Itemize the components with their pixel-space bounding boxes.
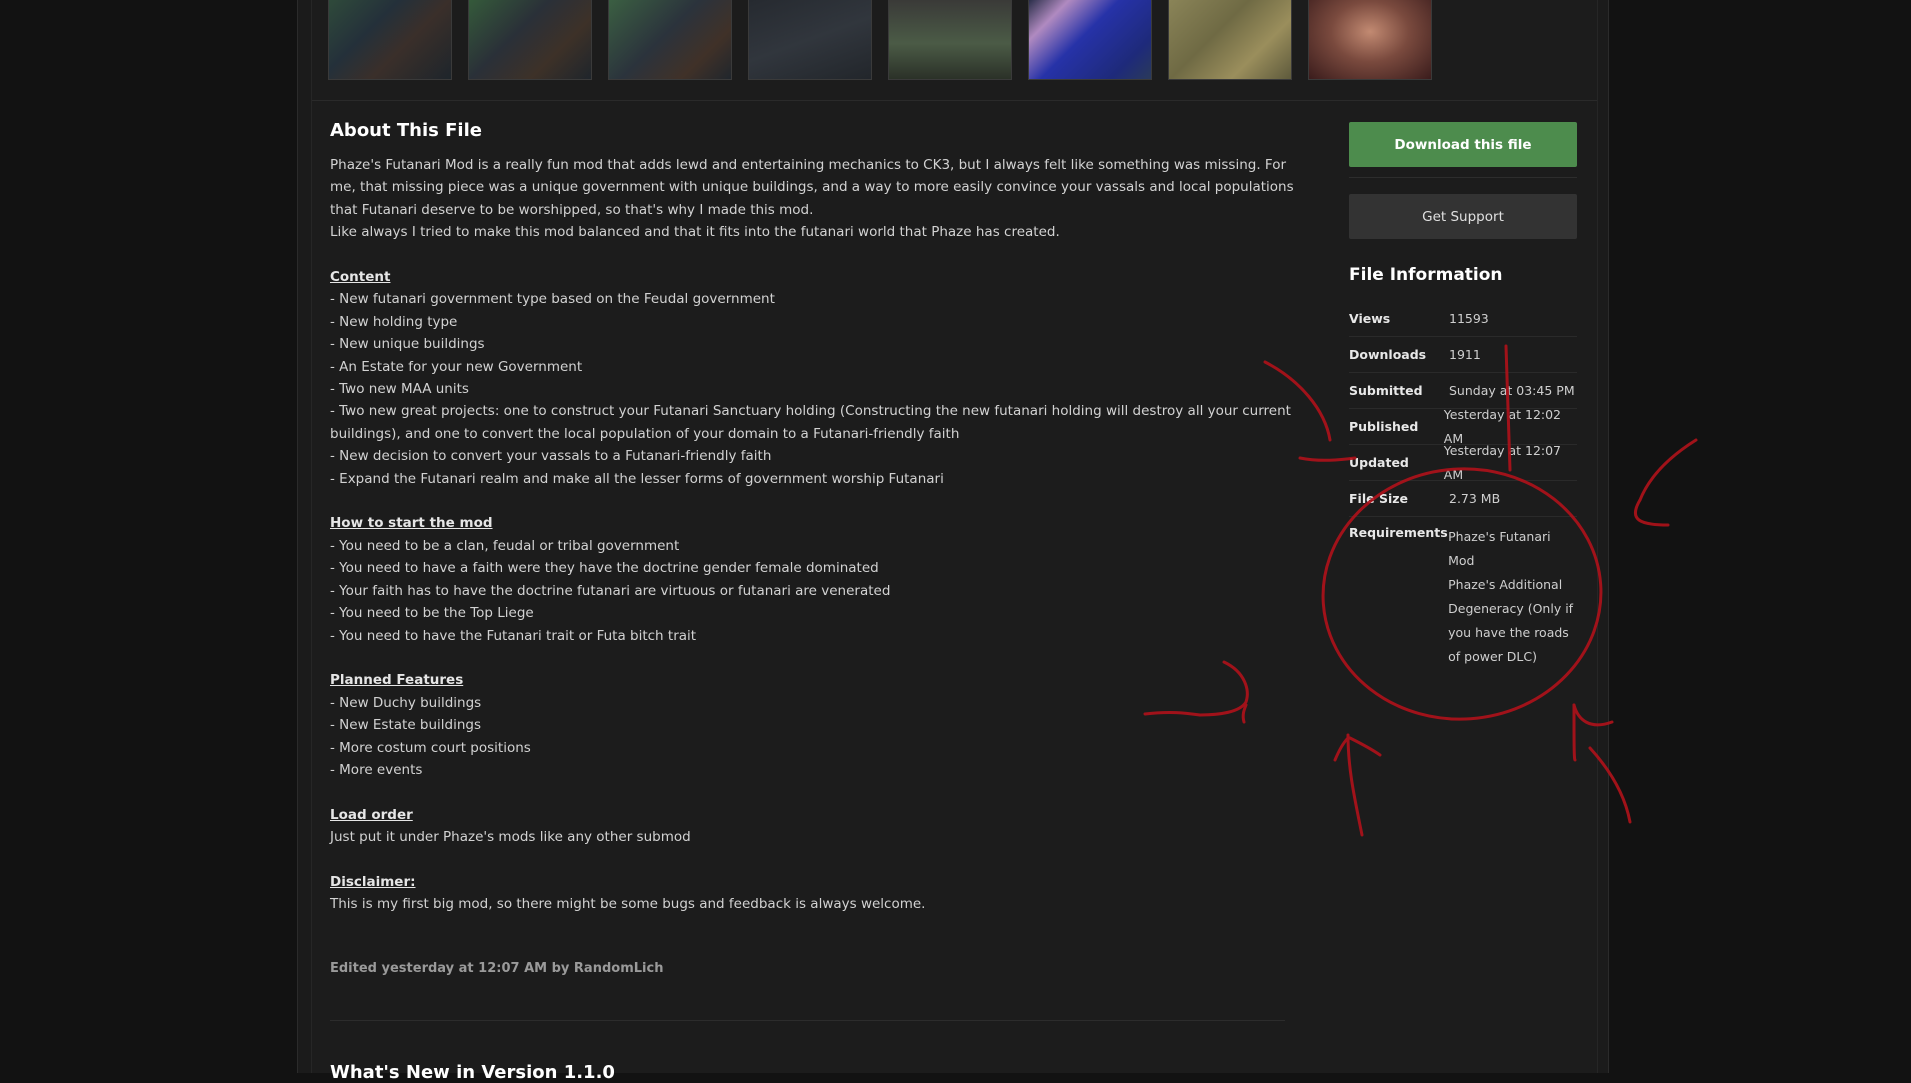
- list-item: - New Estate buildings: [330, 717, 482, 734]
- updated-row: Updated Yesterday at 12:07 AM: [1349, 443, 1577, 482]
- published-label: Published: [1349, 419, 1419, 434]
- list-item: - You need to have the Futanari trait or…: [330, 627, 697, 644]
- gallery-thumbnail[interactable]: [1308, 0, 1432, 80]
- page-frame: About This File Phaze's Futanari Mod is …: [297, 0, 1609, 1083]
- downloads-row: Downloads 1911: [1349, 337, 1577, 373]
- list-item: - New decision to convert your vassals t…: [330, 448, 772, 465]
- requirement-link[interactable]: Phaze's Additional Degeneracy (Only if y…: [1448, 573, 1577, 669]
- downloads-value: 1911: [1449, 346, 1481, 362]
- list-item: - You need to be the Top Liege: [330, 605, 534, 622]
- list-item: - Two new MAA units: [330, 381, 469, 398]
- list-item: - Expand the Futanari realm and make all…: [330, 470, 944, 487]
- list-item: - You need to have a faith were they hav…: [330, 560, 879, 577]
- load-order-heading: Load order: [330, 806, 413, 823]
- list-item: - New unique buildings: [330, 336, 485, 353]
- edited-text: Edited yesterday at 12:07 AM by: [330, 961, 570, 976]
- start-heading: How to start the mod: [330, 515, 493, 532]
- requirements-label: Requirements: [1349, 525, 1448, 540]
- updated-value: Yesterday at 12:07 AM: [1443, 442, 1562, 482]
- intro-paragraph: Phaze's Futanari Mod is a really fun mod…: [330, 157, 1294, 218]
- annotation-stroke: [1638, 438, 1698, 502]
- gallery-thumbnail[interactable]: [468, 0, 592, 80]
- gallery-divider: [312, 100, 1597, 101]
- views-row: Views 11593: [1349, 301, 1577, 337]
- about-section: About This File Phaze's Futanari Mod is …: [330, 118, 1295, 916]
- get-support-button[interactable]: Get Support: [1349, 194, 1577, 239]
- requirement-link[interactable]: Phaze's Futanari Mod: [1448, 525, 1577, 573]
- list-item: - New holding type: [330, 313, 458, 330]
- filesize-label: File Size: [1349, 491, 1408, 506]
- content-panel: About This File Phaze's Futanari Mod is …: [311, 0, 1598, 1083]
- updated-label: Updated: [1349, 455, 1409, 470]
- edited-user-link[interactable]: RandomLich: [574, 961, 664, 976]
- filesize-value: 2.73 MB: [1449, 490, 1501, 506]
- file-information-title: File Information: [1349, 265, 1503, 285]
- content-heading: Content: [330, 269, 391, 286]
- list-item: - Two new great projects: one to constru…: [330, 403, 1291, 442]
- submitted-label: Submitted: [1349, 383, 1423, 398]
- file-sidebar: Download this file Get Support File Info…: [1349, 122, 1577, 669]
- gallery-thumbnail[interactable]: [748, 0, 872, 80]
- gallery-thumbnail[interactable]: [608, 0, 732, 80]
- intro-paragraph: Like always I tried to make this mod bal…: [330, 224, 1060, 241]
- disclaimer-heading: Disclaimer:: [330, 873, 416, 890]
- gallery-thumbnail[interactable]: [1028, 0, 1152, 80]
- edited-note: Edited yesterday at 12:07 AM by RandomLi…: [330, 961, 663, 976]
- views-value: 11593: [1449, 310, 1489, 326]
- section-title: About This File: [330, 120, 482, 141]
- load-order-text: Just put it under Phaze's mods like any …: [330, 829, 691, 846]
- list-item: - New Duchy buildings: [330, 694, 482, 711]
- gallery-thumbnail[interactable]: [1168, 0, 1292, 80]
- gallery-thumbnail[interactable]: [888, 0, 1012, 80]
- views-label: Views: [1349, 311, 1391, 326]
- section-divider: [330, 1020, 1285, 1021]
- filesize-row: File Size 2.73 MB: [1349, 481, 1577, 517]
- requirements-list: Phaze's Futanari Mod Phaze's Additional …: [1448, 525, 1577, 669]
- list-item: - New futanari government type based on …: [330, 291, 775, 308]
- list-item: - An Estate for your new Government: [330, 358, 583, 375]
- list-item: - You need to be a clan, feudal or triba…: [330, 537, 680, 554]
- gallery-thumbnail[interactable]: [328, 0, 452, 80]
- list-item: - More costum court positions: [330, 739, 531, 756]
- requirements-row: Requirements Phaze's Futanari Mod Phaze'…: [1349, 517, 1577, 669]
- annotation-stroke: [1633, 498, 1670, 527]
- list-item: - Your faith has to have the doctrine fu…: [330, 582, 891, 599]
- downloads-label: Downloads: [1349, 347, 1427, 362]
- sidebar-divider: [1349, 177, 1577, 178]
- disclaimer-text: This is my first big mod, so there might…: [330, 896, 926, 913]
- download-button[interactable]: Download this file: [1349, 122, 1577, 167]
- submitted-value: Sunday at 03:45 PM: [1449, 382, 1575, 398]
- planned-heading: Planned Features: [330, 672, 464, 689]
- list-item: - More events: [330, 761, 423, 778]
